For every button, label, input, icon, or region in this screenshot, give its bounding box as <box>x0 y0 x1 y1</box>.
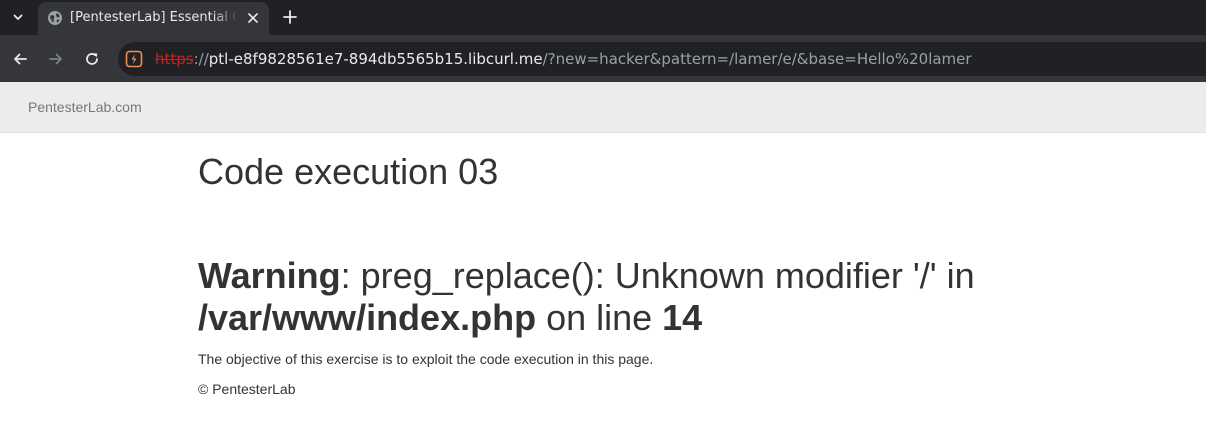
page-title: Code execution 03 <box>198 151 499 192</box>
reload-icon <box>86 53 98 65</box>
tab-close-button[interactable] <box>245 10 261 26</box>
browser-toolbar: https://ptl-e8f9828561e7-894db5565b15.li… <box>0 35 1206 82</box>
footer-copyright: © PentesterLab <box>198 381 296 397</box>
warning-label: Warning <box>198 255 341 296</box>
tab-title: [PentesterLab] Essential Challenges: Cod… <box>70 10 238 25</box>
brand-link[interactable]: PentesterLab.com <box>28 99 142 115</box>
url-path: /?new=hacker&pattern=/lamer/e/&base=Hell… <box>542 50 972 68</box>
not-secure-icon <box>125 50 143 68</box>
plus-icon <box>283 10 297 24</box>
warning-message: : preg_replace(): Unknown modifier '/' i… <box>340 255 975 296</box>
warning-file: /var/www/index.php <box>198 297 537 338</box>
back-button[interactable] <box>9 48 31 70</box>
site-navbar: PentesterLab.com <box>0 82 1206 133</box>
tab-search-button[interactable] <box>6 6 30 28</box>
tab-active[interactable]: [PentesterLab] Essential Challenges: Cod… <box>38 2 269 35</box>
forward-button[interactable] <box>45 48 67 70</box>
url-scheme: https <box>155 50 194 68</box>
globe-icon <box>48 11 62 25</box>
warning-on-line: on line <box>536 297 663 338</box>
url-host: ptl-e8f9828561e7-894db5565b15.libcurl.me <box>208 50 543 68</box>
php-warning: Warning: preg_replace(): Unknown modifie… <box>198 255 975 339</box>
new-tab-button[interactable] <box>278 5 302 29</box>
warning-line-number: 14 <box>662 297 703 338</box>
arrow-right-icon <box>49 53 62 65</box>
url-separator: :// <box>193 50 209 68</box>
site-info-button[interactable] <box>124 49 144 69</box>
objective-text: The objective of this exercise is to exp… <box>198 351 654 367</box>
tab-strip: [PentesterLab] Essential Challenges: Cod… <box>0 0 1206 35</box>
address-bar[interactable]: https://ptl-e8f9828561e7-894db5565b15.li… <box>118 42 1206 76</box>
url-text[interactable]: https://ptl-e8f9828561e7-894db5565b15.li… <box>155 50 972 68</box>
chevron-down-icon <box>13 14 23 20</box>
close-icon <box>248 13 258 23</box>
arrow-left-icon <box>14 53 27 65</box>
reload-button[interactable] <box>81 48 103 70</box>
